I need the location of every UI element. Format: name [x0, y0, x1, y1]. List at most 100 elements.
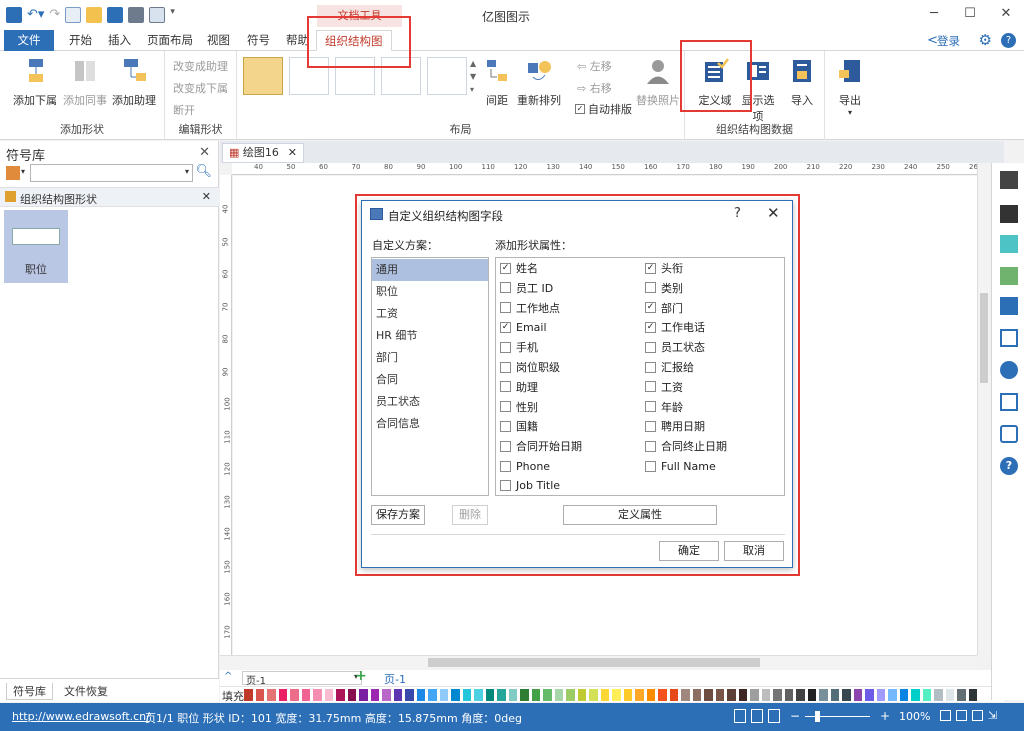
- field-checkbox[interactable]: 性别: [500, 399, 538, 415]
- define-property-button[interactable]: 定义属性: [563, 505, 717, 525]
- color-swatch[interactable]: [589, 689, 598, 701]
- field-checkbox[interactable]: ✓ 工作电话: [645, 319, 705, 335]
- tab-symbol-library[interactable]: 符号库: [6, 683, 53, 700]
- checkbox-unchecked-icon[interactable]: [645, 401, 656, 413]
- color-swatch[interactable]: [819, 689, 828, 701]
- color-swatch[interactable]: [658, 689, 667, 701]
- color-swatch[interactable]: [968, 689, 977, 701]
- color-swatch[interactable]: [876, 689, 885, 701]
- field-checkbox[interactable]: ✓ 姓名: [500, 260, 538, 276]
- color-swatch[interactable]: [945, 689, 954, 701]
- print-icon[interactable]: [128, 7, 145, 23]
- color-swatch[interactable]: [278, 689, 287, 701]
- color-swatch[interactable]: [566, 689, 575, 701]
- tab-insert[interactable]: 插入: [108, 30, 131, 51]
- color-swatch[interactable]: [715, 689, 724, 701]
- checkbox-unchecked-icon[interactable]: [500, 381, 511, 393]
- page-selector[interactable]: 页-1 ▾: [242, 671, 362, 687]
- color-swatch[interactable]: [957, 689, 966, 701]
- fit-page-icon[interactable]: [751, 709, 763, 723]
- shadow-tool-icon[interactable]: [1000, 235, 1018, 253]
- color-swatch[interactable]: [474, 689, 483, 701]
- maximize-button[interactable]: ☐: [952, 0, 988, 30]
- color-swatch[interactable]: [462, 689, 471, 701]
- field-checkbox[interactable]: 员工 ID: [500, 280, 553, 296]
- field-list[interactable]: ✓ 姓名 员工 ID 工作地点 ✓ Email 手机 岗位职级 助理 性别 国籍 合同开始日期 Phon…: [495, 257, 785, 496]
- color-swatch[interactable]: [577, 689, 586, 701]
- scheme-item[interactable]: 部门: [372, 347, 488, 369]
- color-swatch[interactable]: [681, 689, 690, 701]
- field-checkbox[interactable]: 类别: [645, 280, 683, 296]
- field-checkbox[interactable]: 聘用日期: [645, 418, 705, 434]
- search-dropdown-icon[interactable]: ▾: [185, 167, 189, 176]
- color-swatch[interactable]: [623, 689, 632, 701]
- color-swatch[interactable]: [865, 689, 874, 701]
- export-quick-icon[interactable]: [149, 7, 166, 23]
- checkbox-unchecked-icon[interactable]: [500, 401, 511, 413]
- checkbox-unchecked-icon[interactable]: [500, 282, 511, 294]
- checkbox-unchecked-icon[interactable]: [500, 480, 511, 492]
- color-swatch[interactable]: [531, 689, 540, 701]
- move-right-button[interactable]: ⇨ 右移: [577, 80, 612, 96]
- color-swatch[interactable]: [359, 689, 368, 701]
- horizontal-scroll-thumb[interactable]: [428, 658, 760, 667]
- color-swatch[interactable]: [347, 689, 356, 701]
- library-menu-icon[interactable]: [6, 166, 20, 180]
- color-swatch[interactable]: [416, 689, 425, 701]
- tab-view[interactable]: 视图: [207, 30, 230, 51]
- redo-icon[interactable]: ↷: [49, 7, 60, 23]
- color-swatch[interactable]: [405, 689, 414, 701]
- color-swatch[interactable]: [807, 689, 816, 701]
- cancel-button[interactable]: 取消: [724, 541, 784, 561]
- field-checkbox[interactable]: Full Name: [645, 458, 716, 474]
- search-icon[interactable]: 🔍︎: [195, 164, 212, 179]
- scheme-item[interactable]: HR 细节: [372, 325, 488, 347]
- import-button[interactable]: 导入: [785, 57, 819, 108]
- add-page-icon[interactable]: +: [355, 668, 367, 684]
- color-swatch[interactable]: [830, 689, 839, 701]
- help-side-icon[interactable]: ?: [1000, 457, 1018, 475]
- checkbox-unchecked-icon[interactable]: [645, 381, 656, 393]
- checkbox-unchecked-icon[interactable]: [500, 440, 511, 452]
- color-swatch[interactable]: [370, 689, 379, 701]
- website-link[interactable]: http://www.edrawsoft.cn/: [12, 710, 150, 723]
- checkbox-unchecked-icon[interactable]: [645, 341, 656, 353]
- color-swatch[interactable]: [267, 689, 276, 701]
- checkbox-unchecked-icon[interactable]: [645, 361, 656, 373]
- color-swatch[interactable]: [336, 689, 345, 701]
- library-header[interactable]: 组织结构图形状 ✕: [0, 187, 219, 207]
- checkbox-unchecked-icon[interactable]: [500, 302, 511, 314]
- tab-file[interactable]: 文件: [4, 30, 54, 51]
- color-swatch[interactable]: [669, 689, 678, 701]
- tab-home[interactable]: 开始: [69, 30, 92, 51]
- dialog-help-button[interactable]: ?: [734, 206, 741, 221]
- vertical-scrollbar[interactable]: [977, 163, 990, 655]
- scheme-list[interactable]: 通用 职位 工资 HR 细节 部门 合同 员工状态 合同信息: [371, 257, 489, 496]
- scheme-item[interactable]: 职位: [372, 281, 488, 303]
- undo-icon[interactable]: ↶▾: [27, 7, 44, 23]
- customize-quick-access-icon[interactable]: ▾: [170, 7, 175, 23]
- tab-file-recovery[interactable]: 文件恢复: [58, 683, 114, 699]
- hyperlink-icon[interactable]: [1000, 361, 1018, 379]
- color-swatch[interactable]: [646, 689, 655, 701]
- open-icon[interactable]: [86, 7, 103, 23]
- layout-option-1[interactable]: [243, 57, 283, 95]
- color-swatch[interactable]: [692, 689, 701, 701]
- ok-button[interactable]: 确定: [659, 541, 719, 561]
- add-assistant-button[interactable]: 添加助理: [111, 57, 157, 108]
- field-checkbox[interactable]: ✓ 部门: [645, 300, 683, 316]
- color-swatch[interactable]: [508, 689, 517, 701]
- color-swatch[interactable]: [520, 689, 529, 701]
- color-swatch[interactable]: [612, 689, 621, 701]
- checkbox-checked-icon[interactable]: ✓: [645, 302, 656, 314]
- color-swatch[interactable]: [738, 689, 747, 701]
- tab-help[interactable]: 帮助: [286, 30, 309, 51]
- disconnect-button[interactable]: 断开: [173, 102, 195, 118]
- color-swatch[interactable]: [324, 689, 333, 701]
- field-checkbox[interactable]: 汇报给: [645, 359, 694, 375]
- checkbox-unchecked-icon[interactable]: [645, 420, 656, 432]
- field-checkbox[interactable]: 工资: [645, 379, 683, 395]
- add-subordinate-button[interactable]: 添加下属: [12, 57, 58, 108]
- full-screen-icon[interactable]: [768, 709, 780, 723]
- symbol-search-input[interactable]: ▾: [30, 164, 193, 182]
